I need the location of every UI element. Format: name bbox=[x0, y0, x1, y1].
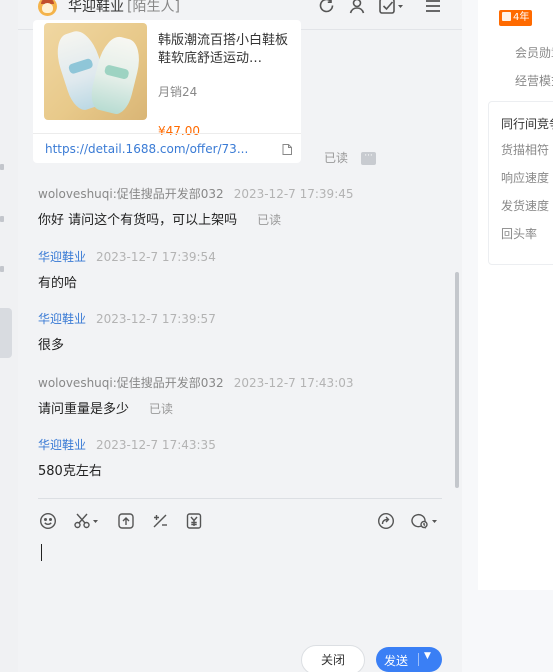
years-badge: 4年 bbox=[499, 10, 533, 26]
message-meta: woloveshuqi:促佳搜品开发部032 2023-12-7 17:43:03 bbox=[38, 374, 354, 391]
edge-mark bbox=[0, 266, 4, 272]
forward-icon[interactable] bbox=[377, 512, 395, 530]
screenshot-icon[interactable] bbox=[73, 512, 101, 530]
edge-mark bbox=[0, 164, 4, 170]
message-text: 你好 请问这个有货吗，可以上架吗 已读 bbox=[38, 209, 281, 228]
message-meta: 华迎鞋业 2023-12-7 17:39:54 bbox=[38, 248, 216, 265]
contact-name-text: 华迎鞋业 bbox=[68, 0, 124, 15]
message-meta: 华迎鞋业 2023-12-7 17:39:57 bbox=[38, 310, 216, 327]
product-link-row: https://detail.1688.com/offer/73... bbox=[33, 133, 301, 163]
right-info-panel: 4年 踵 会员勋章 经营模式 同行间竞争 货描相符 响应速度 发货速度 回头率 bbox=[462, 0, 553, 672]
years-badge-text: 4年 bbox=[513, 12, 530, 23]
conversation-tab-active[interactable] bbox=[0, 308, 12, 358]
product-sales: 月销24 bbox=[158, 85, 198, 99]
message-time: 2023-12-7 17:39:57 bbox=[96, 312, 216, 326]
peer-item: 货描相符 bbox=[501, 143, 550, 157]
product-title[interactable]: 韩版潮流百搭小白鞋板鞋软底舒适运动… bbox=[158, 32, 293, 68]
read-status: 已读 bbox=[324, 151, 349, 165]
chevron-down-icon[interactable]: ▼ bbox=[424, 651, 431, 661]
send-button[interactable]: 发送 ▼ bbox=[376, 647, 442, 672]
message-body: 你好 请问这个有货吗，可以上架吗 bbox=[38, 213, 238, 228]
read-status: 已读 bbox=[257, 213, 282, 227]
message-time: 2023-12-7 17:43:03 bbox=[233, 376, 354, 390]
info-label-member-badge: 会员勋章 bbox=[515, 46, 553, 60]
message-time: 2023-12-7 17:39:45 bbox=[233, 187, 354, 201]
message-text: 请问重量是多少 已读 bbox=[38, 398, 173, 417]
peer-item: 发货速度 bbox=[501, 199, 550, 213]
left-edge-strip bbox=[0, 0, 18, 672]
message-sender[interactable]: 华迎鞋业 bbox=[38, 250, 86, 264]
gift-icon bbox=[502, 12, 511, 21]
chat-panel: 华迎鞋业 [陌生人] 韩版潮流百搭小白鞋板鞋软底舒适运动… 月销24 ¥47.00… bbox=[18, 0, 462, 672]
close-button[interactable]: 关闭 bbox=[301, 645, 365, 672]
message-item: 华迎鞋业 2023-12-7 17:39:57 很多 bbox=[38, 310, 216, 353]
upload-icon[interactable] bbox=[117, 512, 135, 530]
message-meta: woloveshuqi:促佳搜品开发部032 2023-12-7 17:39:45 bbox=[38, 185, 354, 202]
product-card[interactable]: 韩版潮流百搭小白鞋板鞋软底舒适运动… 月销24 ¥47.00 https://d… bbox=[33, 20, 301, 163]
message-time: 2023-12-7 17:39:54 bbox=[96, 250, 216, 264]
supplier-info-card: 4年 踵 会员勋章 经营模式 bbox=[478, 0, 553, 590]
message-sender[interactable]: 华迎鞋业 bbox=[38, 438, 86, 452]
contact-name: 华迎鞋业 [陌生人] bbox=[68, 0, 180, 16]
message-input[interactable] bbox=[38, 538, 442, 633]
edge-mark bbox=[0, 216, 4, 222]
info-label-business-model: 经营模式 bbox=[515, 74, 553, 88]
quick-phrase-icon[interactable] bbox=[151, 512, 169, 530]
message-item: woloveshuqi:促佳搜品开发部032 2023-12-7 17:39:45… bbox=[38, 185, 354, 228]
peer-item: 响应速度 bbox=[501, 171, 550, 185]
product-link[interactable]: https://detail.1688.com/offer/73... bbox=[45, 142, 248, 156]
chat-history-icon[interactable] bbox=[410, 512, 440, 530]
message-body: 有的哈 bbox=[38, 276, 78, 291]
user-icon[interactable] bbox=[347, 0, 367, 16]
message-text: 有的哈 bbox=[38, 272, 77, 291]
price-icon[interactable] bbox=[185, 512, 203, 530]
message-item: 华迎鞋业 2023-12-7 17:43:35 580克左右 bbox=[38, 436, 216, 479]
contact-tag: [陌生人] bbox=[127, 0, 180, 15]
message-body: 很多 bbox=[38, 338, 65, 353]
message-time: 2023-12-7 17:43:35 bbox=[96, 438, 216, 452]
peer-item: 回头率 bbox=[501, 227, 538, 241]
message-scrollbar[interactable] bbox=[455, 272, 459, 488]
input-divider bbox=[38, 498, 442, 499]
message-sender[interactable]: woloveshuqi:促佳搜品开发部032 bbox=[38, 187, 224, 201]
more-options-button[interactable]: ··· bbox=[361, 152, 376, 165]
send-label: 发送 bbox=[384, 654, 409, 668]
message-body: 请问重量是多少 bbox=[38, 402, 130, 417]
copy-icon[interactable] bbox=[281, 141, 293, 155]
message-item: 华迎鞋业 2023-12-7 17:39:54 有的哈 bbox=[38, 248, 216, 291]
send-separator bbox=[418, 653, 419, 666]
message-sender[interactable]: woloveshuqi:促佳搜品开发部032 bbox=[38, 376, 224, 390]
message-item: woloveshuqi:促佳搜品开发部032 2023-12-7 17:43:03… bbox=[38, 374, 354, 417]
message-text: 580克左右 bbox=[38, 460, 102, 479]
peer-comparison-title: 同行间竞争 bbox=[501, 117, 553, 131]
read-status: 已读 bbox=[149, 402, 174, 416]
peer-comparison-box: 同行间竞争 货描相符 响应速度 发货速度 回头率 bbox=[488, 101, 553, 265]
message-body: 580克左右 bbox=[38, 464, 102, 479]
menu-icon[interactable] bbox=[423, 0, 443, 16]
message-sender[interactable]: 华迎鞋业 bbox=[38, 312, 86, 326]
avatar[interactable] bbox=[38, 0, 57, 16]
task-check-icon[interactable] bbox=[378, 0, 404, 16]
refresh-icon[interactable] bbox=[317, 0, 337, 16]
message-meta: 华迎鞋业 2023-12-7 17:43:35 bbox=[38, 436, 216, 453]
message-text: 很多 bbox=[38, 334, 64, 353]
emoji-icon[interactable] bbox=[39, 512, 57, 530]
product-image[interactable] bbox=[44, 23, 147, 120]
